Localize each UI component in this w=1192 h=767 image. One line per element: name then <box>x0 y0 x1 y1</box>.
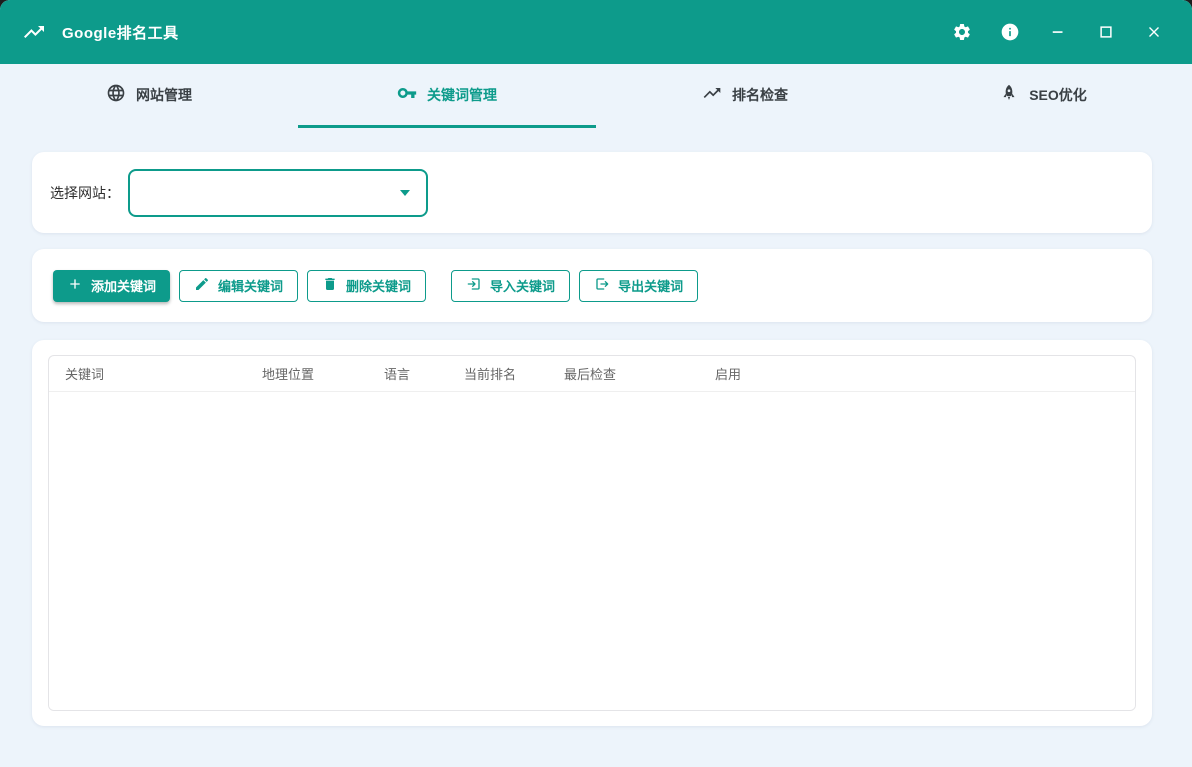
tab-label: 关键词管理 <box>427 85 497 105</box>
info-button[interactable] <box>986 10 1034 54</box>
close-icon <box>1145 23 1163 41</box>
rocket-icon <box>999 83 1019 106</box>
column-header-current-rank: 当前排名 <box>448 364 548 383</box>
tab-seo-optimization[interactable]: SEO优化 <box>894 64 1192 128</box>
window-controls <box>938 10 1178 54</box>
app-window: Google排名工具 <box>0 0 1192 767</box>
plus-icon <box>67 276 83 295</box>
tab-label: 网站管理 <box>136 85 192 105</box>
close-button[interactable] <box>1130 10 1178 54</box>
trending-up-icon <box>702 83 722 106</box>
import-keyword-label: 导入关键词 <box>490 276 555 295</box>
tab-bar: 网站管理 关键词管理 排名检查 SEO优化 <box>0 64 1192 128</box>
add-keyword-label: 添加关键词 <box>91 276 156 295</box>
minimize-icon <box>1049 23 1067 41</box>
tab-label: 排名检查 <box>732 85 788 105</box>
site-selector-card: 选择网站： <box>32 152 1152 233</box>
keyword-toolbar-card: 添加关键词 编辑关键词 删除关键词 <box>32 249 1152 322</box>
column-header-language: 语言 <box>368 364 448 383</box>
import-icon <box>466 276 482 295</box>
table-body-empty <box>49 392 1135 710</box>
table-header-row: 关键词 地理位置 语言 当前排名 最后检查 启用 <box>49 356 1135 392</box>
column-header-location: 地理位置 <box>246 364 368 383</box>
export-icon <box>594 276 610 295</box>
add-keyword-button[interactable]: 添加关键词 <box>53 270 170 302</box>
app-title: Google排名工具 <box>62 22 179 43</box>
maximize-button[interactable] <box>1082 10 1130 54</box>
column-header-enabled: 启用 <box>699 364 1135 383</box>
delete-keyword-label: 删除关键词 <box>346 276 411 295</box>
edit-keyword-label: 编辑关键词 <box>218 276 283 295</box>
keyword-table: 关键词 地理位置 语言 当前排名 最后检查 启用 <box>48 355 1136 711</box>
minimize-button[interactable] <box>1034 10 1082 54</box>
settings-button[interactable] <box>938 10 986 54</box>
export-keyword-label: 导出关键词 <box>618 276 683 295</box>
trash-icon <box>322 276 338 295</box>
keyword-table-card: 关键词 地理位置 语言 当前排名 最后检查 启用 <box>32 340 1152 726</box>
site-select-dropdown[interactable] <box>128 169 428 217</box>
main-content: 选择网站： 添加关键词 编辑关键词 <box>0 128 1192 767</box>
column-header-last-check: 最后检查 <box>548 364 699 383</box>
pencil-icon <box>194 276 210 295</box>
export-keyword-button[interactable]: 导出关键词 <box>579 270 698 302</box>
tab-keyword-management[interactable]: 关键词管理 <box>298 64 596 128</box>
tab-website-management[interactable]: 网站管理 <box>0 64 298 128</box>
gear-icon <box>952 22 972 42</box>
edit-keyword-button[interactable]: 编辑关键词 <box>179 270 298 302</box>
tab-label: SEO优化 <box>1029 85 1087 105</box>
trending-up-icon <box>22 20 46 44</box>
column-header-keyword: 关键词 <box>49 364 246 383</box>
info-icon <box>1000 22 1020 42</box>
titlebar: Google排名工具 <box>0 0 1192 64</box>
site-selector-label: 选择网站： <box>50 183 120 203</box>
chevron-down-icon <box>400 190 410 196</box>
key-icon <box>397 83 417 106</box>
maximize-icon <box>1097 23 1115 41</box>
globe-icon <box>106 83 126 106</box>
tab-rank-check[interactable]: 排名检查 <box>596 64 894 128</box>
import-keyword-button[interactable]: 导入关键词 <box>451 270 570 302</box>
delete-keyword-button[interactable]: 删除关键词 <box>307 270 426 302</box>
